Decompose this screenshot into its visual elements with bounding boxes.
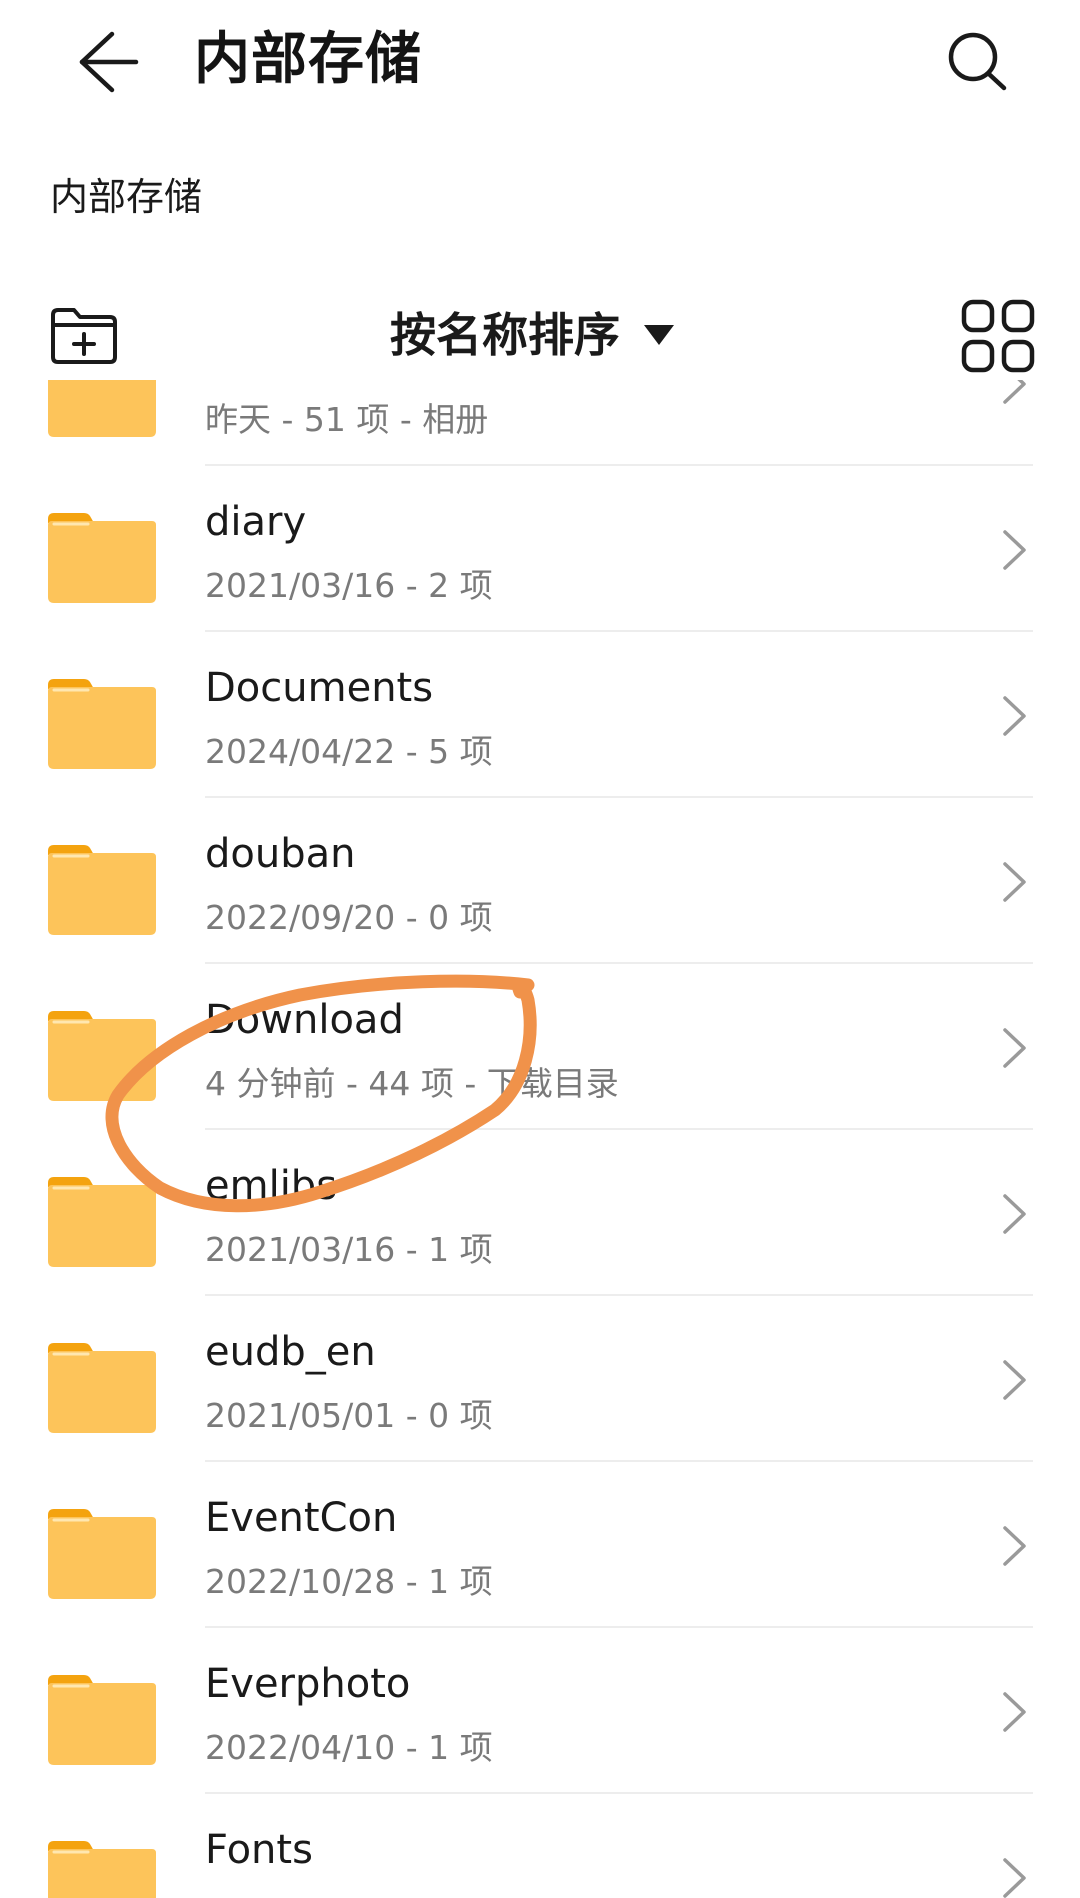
file-list[interactable]: 昨天 - 51 项 - 相册 diary 2021/03/16 - 2 项 Do… [0, 380, 1080, 1898]
file-row[interactable]: Fonts [0, 1794, 1080, 1898]
folder-icon [48, 513, 156, 603]
file-meta: 2022/09/20 - 0 项 [205, 898, 493, 937]
chevron-right-icon [1003, 1526, 1026, 1566]
chevron-right-icon [1003, 1692, 1026, 1732]
folder-icon [48, 1509, 156, 1599]
sort-dropdown[interactable]: 按名称排序 [390, 300, 674, 370]
file-meta: 昨天 - 51 项 - 相册 [205, 400, 489, 439]
caret-down-icon [644, 325, 674, 345]
folder-icon [48, 1011, 156, 1101]
folder-icon [48, 845, 156, 935]
folder-icon [48, 1841, 156, 1898]
grid-view-icon[interactable] [960, 298, 1036, 374]
chevron-right-icon [1003, 862, 1026, 902]
file-name: EventCon [205, 1495, 398, 1541]
folder-icon [48, 679, 156, 769]
chevron-right-icon [1003, 696, 1026, 736]
sort-label: 按名称排序 [390, 308, 620, 362]
file-list-content: 昨天 - 51 项 - 相册 diary 2021/03/16 - 2 项 Do… [0, 380, 1080, 1898]
file-row[interactable]: Download 4 分钟前 - 44 项 - 下载目录 [0, 964, 1080, 1130]
chevron-right-icon [1003, 380, 1026, 404]
folder-plus-icon [51, 308, 117, 364]
file-name: Fonts [205, 1827, 313, 1873]
page-title: 内部存储 [194, 27, 422, 92]
file-meta: 2021/03/16 - 1 项 [205, 1230, 493, 1269]
folder-icon [48, 380, 156, 437]
chevron-right-icon [1003, 1194, 1026, 1234]
file-name: Download [205, 997, 404, 1043]
file-row[interactable]: eudb_en 2021/05/01 - 0 项 [0, 1296, 1080, 1462]
file-name: emlibs [205, 1163, 338, 1209]
file-row[interactable]: 昨天 - 51 项 - 相册 [0, 380, 1080, 466]
file-name: douban [205, 831, 356, 877]
file-meta: 2021/05/01 - 0 项 [205, 1396, 493, 1435]
folder-icon [48, 1675, 156, 1765]
file-row[interactable]: Everphoto 2022/04/10 - 1 项 [0, 1628, 1080, 1794]
chevron-right-icon [1003, 1858, 1026, 1898]
file-meta: 2024/04/22 - 5 项 [205, 732, 493, 771]
file-meta: 2022/10/28 - 1 项 [205, 1562, 493, 1601]
back-button[interactable] [58, 14, 154, 110]
new-folder-button[interactable] [42, 298, 126, 374]
folder-icon [48, 1343, 156, 1433]
folder-icon [48, 1177, 156, 1267]
file-row[interactable]: diary 2021/03/16 - 2 项 [0, 466, 1080, 632]
chevron-right-icon [1003, 1028, 1026, 1068]
file-row[interactable]: douban 2022/09/20 - 0 项 [0, 798, 1080, 964]
chevron-right-icon [1003, 530, 1026, 570]
file-meta: 4 分钟前 - 44 项 - 下载目录 [205, 1064, 619, 1103]
list-toolbar: 按名称排序 [0, 290, 1080, 380]
arrow-left-icon [79, 31, 139, 93]
file-row[interactable]: EventCon 2022/10/28 - 1 项 [0, 1462, 1080, 1628]
search-icon [948, 32, 1007, 91]
search-button[interactable] [930, 14, 1026, 110]
file-row[interactable]: Documents 2024/04/22 - 5 项 [0, 632, 1080, 798]
file-name: eudb_en [205, 1329, 376, 1375]
file-meta: 2022/04/10 - 1 项 [205, 1728, 493, 1767]
file-name: Documents [205, 665, 434, 711]
chevron-right-icon [1003, 1360, 1026, 1400]
file-meta: 2021/03/16 - 2 项 [205, 566, 493, 605]
file-name: diary [205, 499, 307, 545]
breadcrumb[interactable]: 内部存储 [50, 170, 202, 224]
file-row[interactable]: emlibs 2021/03/16 - 1 项 [0, 1130, 1080, 1296]
file-manager-screen: 内部存储 内部存储 按名称排序 昨天 - 51 项 - 相册 diary 202… [0, 0, 1080, 1898]
top-app-bar: 内部存储 [0, 0, 1080, 120]
file-name: Everphoto [205, 1661, 411, 1707]
